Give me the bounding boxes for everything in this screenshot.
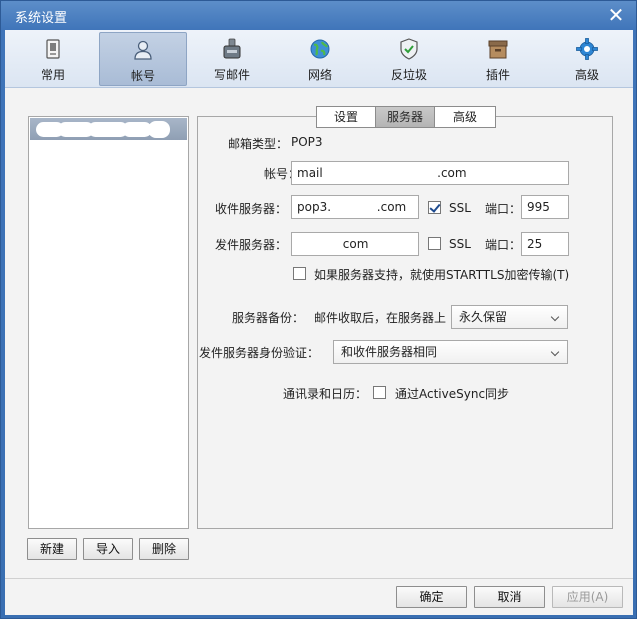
smtp-auth-label: 发件服务器身份验证： — [199, 346, 320, 360]
toolbar-item-network[interactable]: 网络 — [276, 32, 364, 86]
toolbar-item-label: 插件 — [485, 68, 510, 82]
tab-server[interactable]: 服务器 — [375, 106, 435, 128]
compose-icon — [223, 38, 241, 59]
mail-type-value: POP3 — [291, 135, 323, 149]
apply-button[interactable]: 应用(A) — [552, 586, 623, 608]
toolbar-item-label: 网络 — [307, 68, 332, 82]
contacts-calendar-label: 通讯录和日历： — [283, 387, 368, 401]
toolbar-item-label: 帐号 — [130, 69, 155, 83]
activesync-checkbox[interactable] — [373, 386, 386, 399]
title-bar[interactable]: 系统设置 ✕ — [1, 1, 636, 30]
incoming-ssl-checkbox[interactable] — [428, 201, 441, 214]
toolbar-item-label: 高级 — [574, 68, 599, 82]
smtp-auth-select[interactable]: 和收件服务器相同 — [333, 340, 568, 364]
starttls-checkbox[interactable] — [293, 267, 306, 280]
account-list-item-selected[interactable] — [30, 118, 187, 140]
toolbar-item-label: 写邮件 — [213, 68, 250, 82]
redacted-account-name — [148, 121, 170, 138]
incoming-port-input[interactable]: 995 — [521, 195, 569, 219]
account-icon — [134, 40, 152, 60]
settings-content: 新建 导入 删除 邮箱类型： POP3 帐号： mail .com 收件服务器：… — [5, 88, 633, 578]
outgoing-ssl-label: SSL — [449, 237, 471, 251]
outgoing-server-label: 发件服务器： — [215, 238, 288, 252]
new-account-button[interactable]: 新建 — [27, 538, 77, 560]
settings-window: 系统设置 ✕ 常用 帐号 写邮件 网络 反垃圾 插件 高级 新建 导入 删除 邮… — [0, 0, 637, 619]
chevron-down-icon — [550, 347, 560, 357]
incoming-port-label: 端口： — [485, 202, 522, 216]
server-backup-desc: 邮件收取后，在服务器上 — [314, 311, 447, 325]
server-backup-label: 服务器备份： — [232, 311, 305, 325]
toolbar-item-plugin[interactable]: 插件 — [454, 32, 542, 86]
antispam-icon — [400, 38, 418, 60]
toolbar-item-compose[interactable]: 写邮件 — [188, 32, 276, 86]
smtp-auth-value: 和收件服务器相同 — [341, 345, 438, 359]
account-input[interactable]: mail .com — [291, 161, 569, 185]
advanced-icon — [576, 38, 598, 60]
toolbar-item-advanced[interactable]: 高级 — [543, 32, 631, 86]
dialog-footer: 确定 取消 应用(A) — [5, 578, 633, 615]
plugin-icon — [488, 40, 508, 59]
starttls-label: 如果服务器支持，就使用STARTTLS加密传输(T) — [314, 268, 570, 282]
outgoing-port-label: 端口： — [485, 238, 522, 252]
server-backup-value: 永久保留 — [459, 310, 508, 324]
toolbar-item-label: 常用 — [40, 68, 65, 82]
outgoing-port-input[interactable]: 25 — [521, 232, 569, 256]
account-list[interactable] — [28, 116, 189, 529]
outgoing-server-input[interactable]: com — [291, 232, 419, 256]
close-button[interactable]: ✕ — [606, 4, 626, 26]
toolbar-item-general[interactable]: 常用 — [9, 32, 97, 86]
toolbar-item-antispam[interactable]: 反垃圾 — [365, 32, 453, 86]
delete-account-button[interactable]: 删除 — [139, 538, 189, 560]
tab-advanced[interactable]: 高级 — [434, 106, 496, 128]
server-backup-select[interactable]: 永久保留 — [451, 305, 568, 329]
cancel-button[interactable]: 取消 — [474, 586, 545, 608]
incoming-server-input[interactable]: pop3. .com — [291, 195, 419, 219]
mail-type-label: 邮箱类型： — [228, 137, 289, 151]
general-icon — [46, 39, 60, 59]
category-toolbar: 常用 帐号 写邮件 网络 反垃圾 插件 高级 — [5, 30, 633, 88]
toolbar-item-account[interactable]: 帐号 — [99, 32, 187, 86]
ok-button[interactable]: 确定 — [396, 586, 467, 608]
server-settings-panel: 邮箱类型： POP3 帐号： mail .com 收件服务器： pop3. .c… — [197, 116, 613, 529]
network-icon — [310, 39, 330, 59]
activesync-label: 通过ActiveSync同步 — [395, 387, 510, 401]
toolbar-item-label: 反垃圾 — [390, 68, 427, 82]
import-account-button[interactable]: 导入 — [83, 538, 133, 560]
window-title: 系统设置 — [15, 11, 68, 26]
chevron-down-icon — [550, 312, 560, 322]
tab-settings[interactable]: 设置 — [316, 106, 376, 128]
incoming-ssl-label: SSL — [449, 201, 471, 215]
incoming-server-label: 收件服务器： — [215, 202, 288, 216]
outgoing-ssl-checkbox[interactable] — [428, 237, 441, 250]
